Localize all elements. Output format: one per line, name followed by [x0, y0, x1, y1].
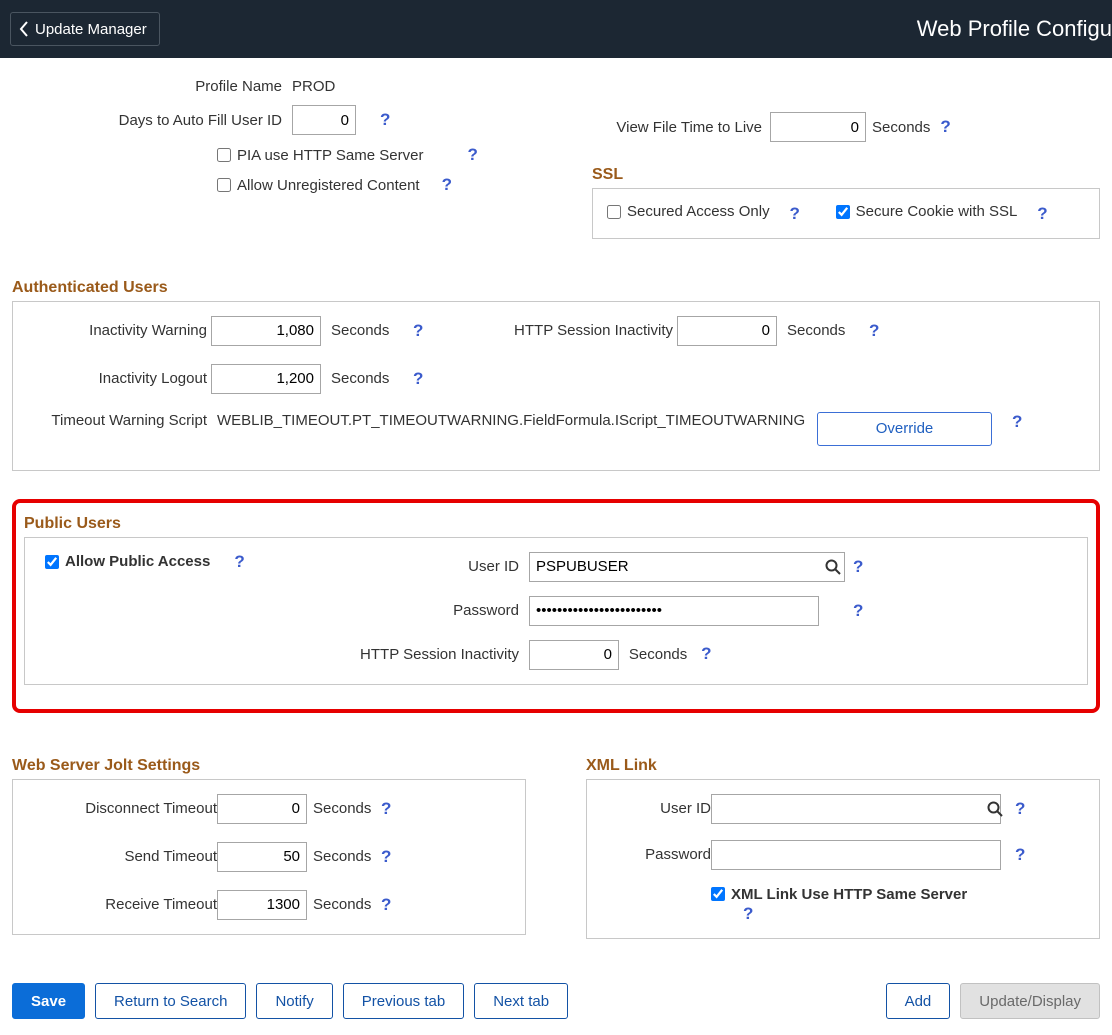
seconds-label: Seconds: [325, 370, 405, 387]
secure-cookie-label: Secure Cookie with SSL: [856, 203, 1018, 220]
help-icon[interactable]: ?: [697, 644, 715, 663]
public-box: Allow Public Access ? User ID ? Password…: [24, 537, 1088, 685]
help-icon[interactable]: ?: [739, 904, 757, 923]
auth-box: Inactivity Warning Seconds ? HTTP Sessio…: [12, 301, 1100, 471]
allow-public-label: Allow Public Access: [65, 553, 210, 570]
help-icon[interactable]: ?: [785, 204, 803, 223]
search-icon[interactable]: [987, 801, 1003, 817]
ssl-title: SSL: [592, 166, 1100, 184]
disconnect-label: Disconnect Timeout: [27, 800, 217, 817]
inactivity-warning-input[interactable]: [211, 316, 321, 346]
help-icon[interactable]: ?: [865, 321, 895, 341]
inactivity-warning-label: Inactivity Warning: [27, 322, 207, 339]
receive-input[interactable]: [217, 890, 307, 920]
viewfile-label: View File Time to Live: [592, 119, 762, 136]
jolt-box: Disconnect Timeout Seconds ? Send Timeou…: [12, 779, 526, 935]
seconds-label: Seconds: [307, 896, 377, 913]
public-title: Public Users: [24, 515, 1088, 533]
timeout-script-label: Timeout Warning Script: [27, 412, 207, 429]
seconds-label: Seconds: [866, 119, 936, 136]
update-display-button[interactable]: Update/Display: [960, 983, 1100, 1019]
xml-userid-input[interactable]: [711, 794, 1001, 824]
pia-same-server-checkbox[interactable]: [217, 148, 231, 162]
allow-unreg-checkbox[interactable]: [217, 178, 231, 192]
xml-same-server-checkbox[interactable]: [711, 887, 725, 901]
help-icon[interactable]: ?: [1008, 412, 1026, 432]
top-bar: Update Manager Web Profile Configu: [0, 0, 1112, 58]
add-button[interactable]: Add: [886, 983, 951, 1019]
help-icon[interactable]: ?: [409, 321, 439, 341]
inactivity-logout-label: Inactivity Logout: [27, 370, 207, 387]
public-password-label: Password: [39, 602, 529, 619]
xml-box: User ID ? Password ? XML Link Use HTTP S…: [586, 779, 1100, 940]
xml-userid-label: User ID: [601, 800, 711, 817]
allow-public-checkbox[interactable]: [45, 555, 59, 569]
help-icon[interactable]: ?: [936, 117, 954, 137]
help-icon[interactable]: ?: [230, 552, 248, 572]
notify-button[interactable]: Notify: [256, 983, 332, 1019]
override-button[interactable]: Override: [817, 412, 992, 446]
http-inactivity-label: HTTP Session Inactivity: [443, 322, 673, 339]
seconds-label: Seconds: [307, 848, 377, 865]
help-icon[interactable]: ?: [376, 110, 394, 130]
receive-label: Receive Timeout: [27, 896, 217, 913]
help-icon[interactable]: ?: [438, 175, 456, 195]
return-button[interactable]: Return to Search: [95, 983, 246, 1019]
seconds-label: Seconds: [325, 322, 405, 339]
xml-password-label: Password: [601, 846, 711, 863]
jolt-title: Web Server Jolt Settings: [12, 757, 526, 775]
xml-title: XML Link: [586, 757, 1100, 775]
ssl-box: Secured Access Only ? Secure Cookie with…: [592, 188, 1100, 239]
next-tab-button[interactable]: Next tab: [474, 983, 568, 1019]
days-autofill-label: Days to Auto Fill User ID: [12, 112, 282, 129]
help-icon[interactable]: ?: [409, 369, 439, 389]
viewfile-input[interactable]: [770, 112, 866, 142]
help-icon[interactable]: ?: [849, 601, 879, 621]
public-password-input[interactable]: [529, 596, 819, 626]
timeout-script-value: WEBLIB_TIMEOUT.PT_TIMEOUTWARNING.FieldFo…: [207, 412, 817, 429]
help-icon[interactable]: ?: [1011, 845, 1035, 865]
seconds-label: Seconds: [781, 322, 861, 339]
http-inactivity-input[interactable]: [677, 316, 777, 346]
public-userid-input[interactable]: [529, 552, 845, 582]
previous-tab-button[interactable]: Previous tab: [343, 983, 464, 1019]
help-icon[interactable]: ?: [1033, 204, 1051, 223]
allow-unreg-label: Allow Unregistered Content: [237, 177, 420, 194]
public-http-inactivity-input[interactable]: [529, 640, 619, 670]
help-icon[interactable]: ?: [377, 847, 401, 867]
public-http-inactivity-label: HTTP Session Inactivity: [39, 646, 529, 663]
secure-cookie-checkbox[interactable]: [836, 205, 850, 219]
chevron-left-icon: [19, 21, 29, 37]
profile-name-value: PROD: [282, 78, 335, 95]
secured-only-label: Secured Access Only: [627, 203, 770, 220]
public-users-highlight: Public Users Allow Public Access ? User …: [12, 499, 1100, 713]
auth-title: Authenticated Users: [12, 279, 1100, 297]
xml-same-server-label: XML Link Use HTTP Same Server: [731, 886, 967, 903]
seconds-label: Seconds: [307, 800, 377, 817]
secured-only-checkbox[interactable]: [607, 205, 621, 219]
back-button-label: Update Manager: [35, 21, 147, 38]
seconds-label: Seconds: [623, 646, 693, 663]
send-input[interactable]: [217, 842, 307, 872]
profile-name-label: Profile Name: [12, 78, 282, 95]
inactivity-logout-input[interactable]: [211, 364, 321, 394]
page-title: Web Profile Configu: [917, 16, 1112, 42]
back-button[interactable]: Update Manager: [10, 12, 160, 46]
disconnect-input[interactable]: [217, 794, 307, 824]
help-icon[interactable]: ?: [377, 895, 401, 915]
help-icon[interactable]: ?: [463, 145, 481, 165]
days-autofill-input[interactable]: [292, 105, 356, 135]
send-label: Send Timeout: [27, 848, 217, 865]
help-icon[interactable]: ?: [1011, 799, 1035, 819]
help-icon[interactable]: ?: [377, 799, 401, 819]
save-button[interactable]: Save: [12, 983, 85, 1019]
xml-password-input[interactable]: [711, 840, 1001, 870]
footer-bar: Save Return to Search Notify Previous ta…: [0, 959, 1112, 1035]
pia-same-server-label: PIA use HTTP Same Server: [237, 147, 423, 164]
search-icon[interactable]: [825, 559, 841, 575]
